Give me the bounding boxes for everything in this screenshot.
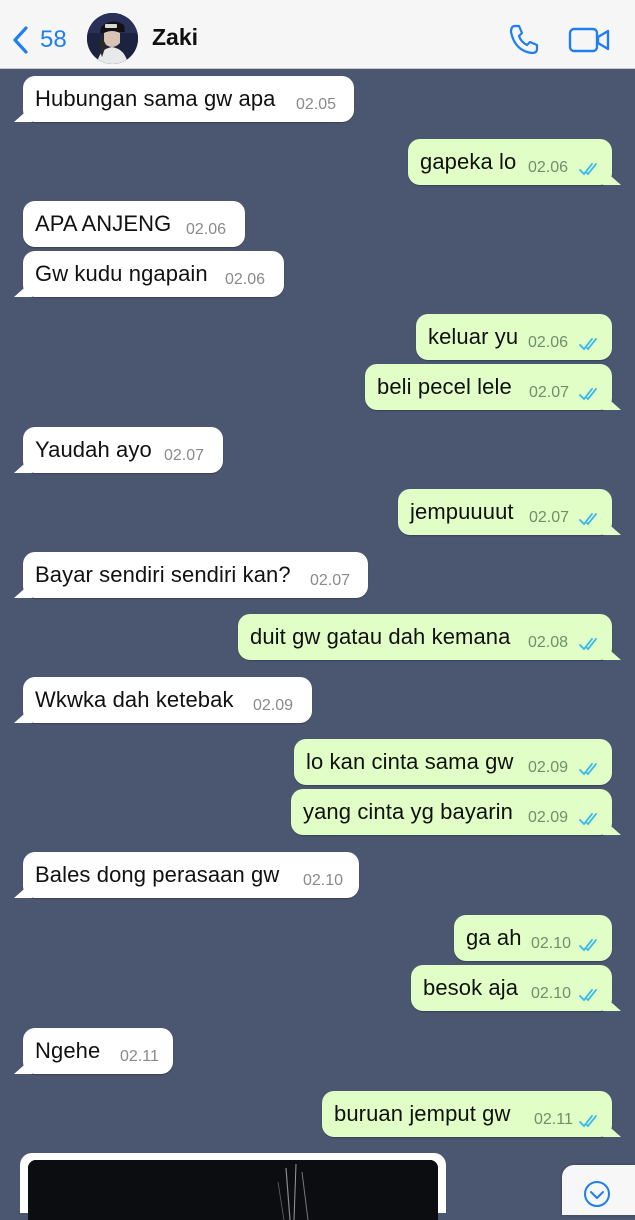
double-check-icon — [579, 813, 597, 826]
message-list[interactable]: Hubungan sama gw apa 02.05 gapeka lo 02.… — [0, 69, 635, 1199]
message-text: Gw kudu ngapain — [35, 261, 208, 286]
video-camera-icon — [568, 27, 610, 53]
message-time: 02.07 — [529, 509, 570, 526]
message-bubble[interactable]: Yaudah ayo 02.07 — [14, 427, 223, 473]
contact-name[interactable]: Zaki — [152, 24, 198, 51]
double-check-icon — [579, 388, 597, 401]
message-time: 02.09 — [253, 697, 294, 714]
message-time: 02.05 — [296, 96, 337, 113]
message-time: 02.10 — [531, 935, 572, 952]
message-bubble[interactable]: gapeka lo 02.06 — [408, 139, 621, 185]
message-text: buruan jemput gw — [334, 1101, 511, 1126]
message-time: 02.06 — [225, 271, 266, 288]
scroll-to-bottom-button[interactable] — [562, 1165, 635, 1215]
message-time: 02.09 — [528, 759, 569, 776]
message-bubble[interactable]: keluar yu 02.06 — [416, 314, 612, 360]
message-text: keluar yu — [428, 324, 519, 349]
message-time: 02.06 — [528, 159, 569, 176]
double-check-icon — [579, 989, 597, 1002]
double-check-icon — [579, 338, 597, 351]
image-thumbnail[interactable] — [28, 1160, 438, 1220]
message-text: yang cinta yg bayarin — [303, 799, 514, 824]
message-bubble[interactable]: Gw kudu ngapain 02.06 — [14, 251, 284, 297]
message-text: Bayar sendiri sendiri kan? — [35, 562, 291, 587]
double-check-icon — [579, 638, 597, 651]
double-check-icon — [579, 163, 597, 176]
message-bubble[interactable]: besok aja 02.10 — [411, 965, 621, 1011]
message-time: 02.10 — [303, 872, 344, 889]
unread-count: 58 — [40, 26, 67, 53]
message-time: 02.06 — [528, 334, 569, 351]
message-time: 02.07 — [310, 572, 351, 589]
message-text: ga ah — [466, 925, 522, 950]
avatar[interactable] — [87, 13, 138, 64]
message-bubble[interactable]: ga ah 02.10 — [454, 915, 612, 961]
double-check-icon — [579, 513, 597, 526]
message-text: jempuuuut — [410, 499, 514, 524]
double-check-icon — [579, 763, 597, 776]
chat-header: 58 Zaki — [0, 0, 635, 69]
message-bubble[interactable]: yang cinta yg bayarin 02.09 — [291, 789, 621, 835]
message-bubble[interactable]: jempuuuut 02.07 — [398, 489, 621, 535]
phone-icon — [509, 24, 539, 55]
message-text: APA ANJENG — [35, 211, 172, 236]
message-bubble[interactable]: lo kan cinta sama gw 02.09 — [294, 739, 612, 785]
message-time: 02.10 — [531, 985, 572, 1002]
message-text: Ngehe — [35, 1038, 101, 1063]
message-bubble[interactable]: Ngehe 02.11 — [14, 1028, 173, 1074]
photo-content — [28, 1160, 438, 1220]
video-call-button[interactable] — [568, 25, 610, 55]
double-check-icon — [579, 1115, 597, 1128]
back-button[interactable]: 58 — [10, 20, 67, 60]
message-time: 02.09 — [528, 809, 569, 826]
message-time: 02.06 — [186, 221, 227, 238]
chevron-left-icon — [13, 26, 28, 54]
message-text: beli pecel lele — [377, 374, 512, 399]
message-bubble[interactable]: Bayar sendiri sendiri kan? 02.07 — [14, 552, 368, 598]
profile-photo — [87, 13, 138, 64]
message-bubble[interactable]: beli pecel lele 02.07 — [365, 364, 621, 410]
message-time: 02.07 — [164, 447, 205, 464]
message-text: besok aja — [423, 975, 519, 1000]
message-bubble[interactable]: buruan jemput gw 02.11 — [322, 1091, 621, 1137]
message-time: 02.08 — [528, 634, 569, 651]
message-bubble[interactable]: Hubungan sama gw apa 02.05 — [14, 76, 354, 122]
message-text: lo kan cinta sama gw — [306, 749, 514, 774]
message-bubble[interactable]: Bales dong perasaan gw 02.10 — [14, 852, 359, 898]
message-time: 02.07 — [529, 384, 570, 401]
message-bubble[interactable]: APA ANJENG 02.06 — [23, 201, 245, 247]
message-time: 02.11 — [120, 1048, 159, 1065]
chevron-down-circle-icon — [584, 1181, 610, 1207]
double-check-icon — [579, 939, 597, 952]
call-button[interactable] — [507, 22, 541, 56]
message-text: Yaudah ayo — [35, 437, 152, 462]
message-text: Hubungan sama gw apa — [35, 86, 276, 111]
message-text: gapeka lo — [420, 149, 517, 174]
message-text: duit gw gatau dah kemana — [250, 624, 511, 649]
message-bubble[interactable]: duit gw gatau dah kemana 02.08 — [238, 614, 621, 660]
message-bubble[interactable]: Wkwka dah ketebak 02.09 — [14, 677, 312, 723]
image-message-bubble[interactable] — [20, 1153, 446, 1220]
message-text: Wkwka dah ketebak — [35, 687, 234, 712]
message-text: Bales dong perasaan gw — [35, 862, 280, 887]
message-time: 02.11 — [534, 1111, 573, 1128]
